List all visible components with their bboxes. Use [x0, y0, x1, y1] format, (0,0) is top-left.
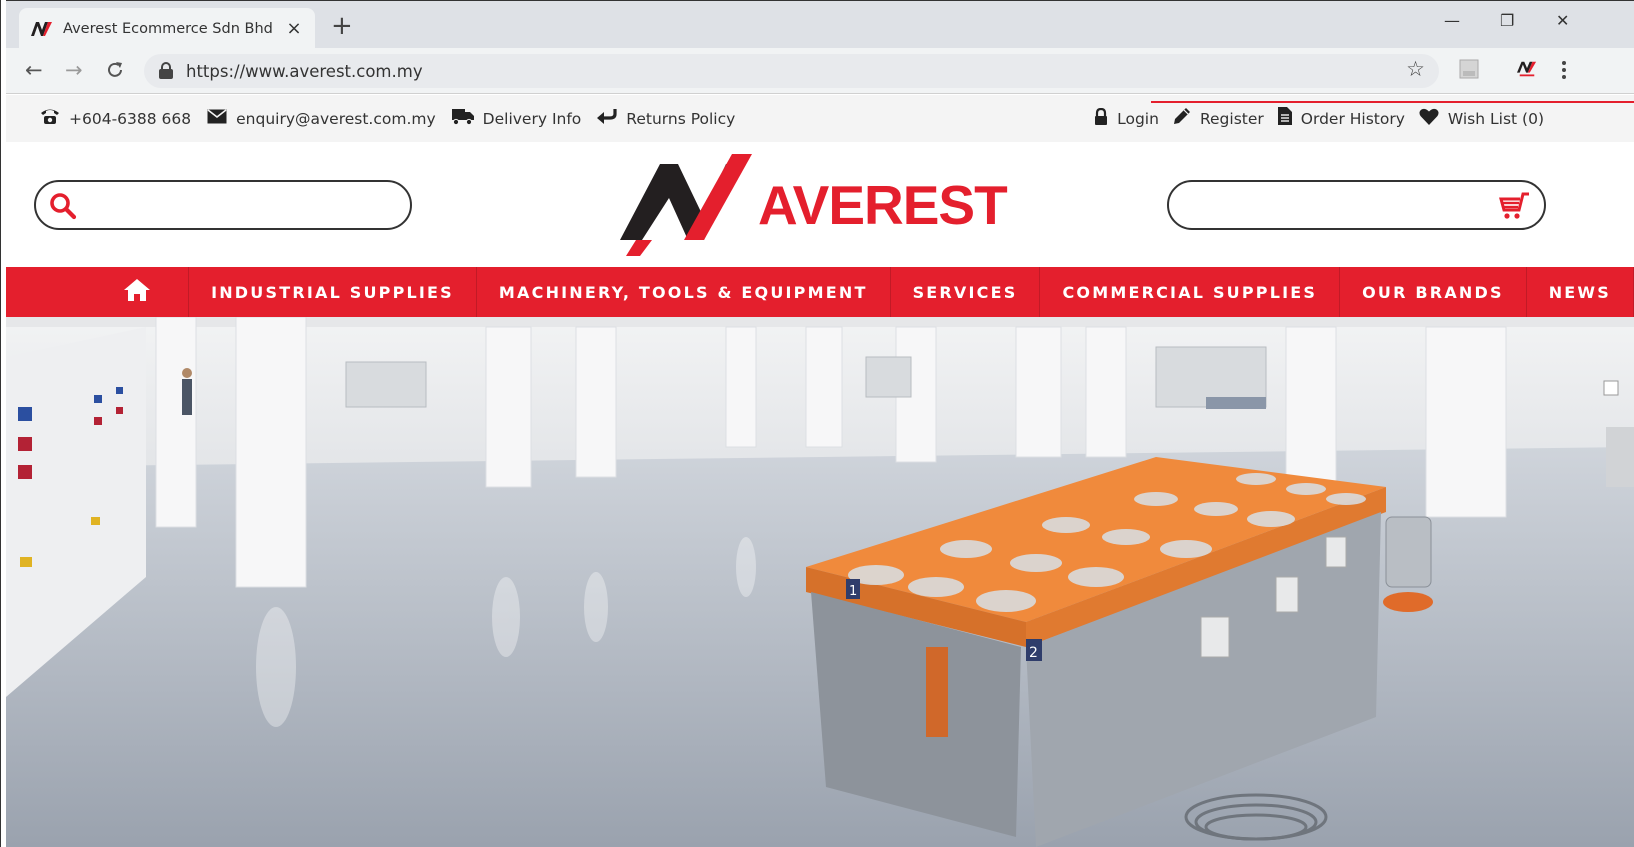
- browser-toolbar: ← → https://www.averest.com.my ☆: [0, 48, 1634, 94]
- order-history-link[interactable]: Order History: [1277, 107, 1405, 130]
- nav-industrial-supplies[interactable]: INDUSTRIAL SUPPLIES: [189, 267, 477, 317]
- accent-line: [1151, 101, 1634, 103]
- heart-icon: [1419, 108, 1439, 130]
- contact-info: +604-6388 668 enquiry@averest.com.my Del…: [40, 107, 751, 130]
- site-header: AVEREST: [6, 142, 1634, 267]
- truck-icon: [451, 108, 474, 130]
- phone-link[interactable]: +604-6388 668: [40, 107, 191, 130]
- register-link[interactable]: Register: [1173, 107, 1264, 130]
- login-link[interactable]: Login: [1094, 107, 1159, 130]
- tab-title: Averest Ecommerce Sdn Bhd: [63, 20, 273, 37]
- averest-extension-icon[interactable]: [1517, 59, 1537, 83]
- logo-text: AVEREST: [758, 174, 1008, 236]
- bin-label-2: 2: [1029, 645, 1038, 661]
- register-label: Register: [1199, 109, 1264, 128]
- averest-logo-mark: [620, 154, 752, 256]
- address-bar[interactable]: https://www.averest.com.my ☆: [144, 54, 1439, 88]
- cart-icon[interactable]: [1498, 192, 1530, 224]
- hero-factory-image: 1 2: [6, 317, 1634, 847]
- minimize-icon[interactable]: —: [1444, 11, 1460, 30]
- restore-icon[interactable]: ❐: [1500, 11, 1514, 30]
- wish-list-label: Wish List (0): [1447, 109, 1544, 128]
- login-label: Login: [1117, 109, 1159, 128]
- returns-policy-link[interactable]: Returns Policy: [597, 108, 735, 130]
- delivery-info-link[interactable]: Delivery Info: [451, 108, 582, 130]
- hero-banner[interactable]: 1 2: [6, 317, 1634, 847]
- document-icon: [1277, 107, 1292, 130]
- envelope-icon: [207, 108, 227, 129]
- nav-commercial-supplies[interactable]: COMMERCIAL SUPPLIES: [1040, 267, 1341, 317]
- search-icon[interactable]: [49, 192, 77, 224]
- nav-news[interactable]: NEWS: [1527, 267, 1634, 317]
- order-history-label: Order History: [1300, 109, 1405, 128]
- wish-list-link[interactable]: Wish List (0): [1419, 108, 1544, 130]
- menu-kebab-icon[interactable]: [1561, 60, 1567, 84]
- url-text: https://www.averest.com.my: [186, 61, 423, 81]
- return-arrow-icon: [597, 108, 617, 130]
- returns-policy-label: Returns Policy: [626, 109, 736, 128]
- close-window-icon[interactable]: ✕: [1556, 11, 1569, 30]
- search-input[interactable]: [90, 190, 390, 220]
- cart-box[interactable]: [1167, 180, 1546, 230]
- nav-services[interactable]: SERVICES: [891, 267, 1041, 317]
- phone-number: +604-6388 668: [69, 109, 192, 128]
- lock-icon: [158, 62, 174, 80]
- email-link[interactable]: enquiry@averest.com.my: [207, 108, 436, 129]
- new-tab-button[interactable]: +: [331, 13, 353, 39]
- main-nav: INDUSTRIAL SUPPLIES MACHINERY, TOOLS & E…: [6, 267, 1634, 317]
- tab-close-icon[interactable]: ×: [285, 18, 303, 39]
- search-box[interactable]: [34, 180, 412, 230]
- reload-icon[interactable]: [105, 58, 125, 85]
- bin-label-1: 1: [849, 584, 857, 599]
- averest-logo[interactable]: AVEREST: [620, 154, 1008, 256]
- browser-tab[interactable]: Averest Ecommerce Sdn Bhd ×: [19, 8, 315, 49]
- back-icon[interactable]: ←: [25, 58, 43, 82]
- delivery-info-label: Delivery Info: [482, 109, 582, 128]
- nav-our-brands[interactable]: OUR BRANDS: [1340, 267, 1527, 317]
- email-address: enquiry@averest.com.my: [236, 109, 436, 128]
- nav-home[interactable]: [86, 267, 190, 317]
- browser-tabstrip: Averest Ecommerce Sdn Bhd × + — ❐ ✕: [0, 0, 1634, 49]
- lock-icon: [1094, 107, 1108, 130]
- forward-icon[interactable]: →: [65, 58, 83, 82]
- bookmark-star-icon[interactable]: ☆: [1406, 57, 1425, 81]
- phone-icon: [40, 107, 60, 130]
- nav-machinery-tools-equipment[interactable]: MACHINERY, TOOLS & EQUIPMENT: [477, 267, 891, 317]
- home-icon: [123, 278, 151, 306]
- averest-favicon-icon: [31, 20, 53, 38]
- account-links: Login Register Order History Wish List (…: [1080, 107, 1544, 130]
- pencil-icon: [1173, 107, 1191, 130]
- extension-icon[interactable]: [1459, 59, 1479, 83]
